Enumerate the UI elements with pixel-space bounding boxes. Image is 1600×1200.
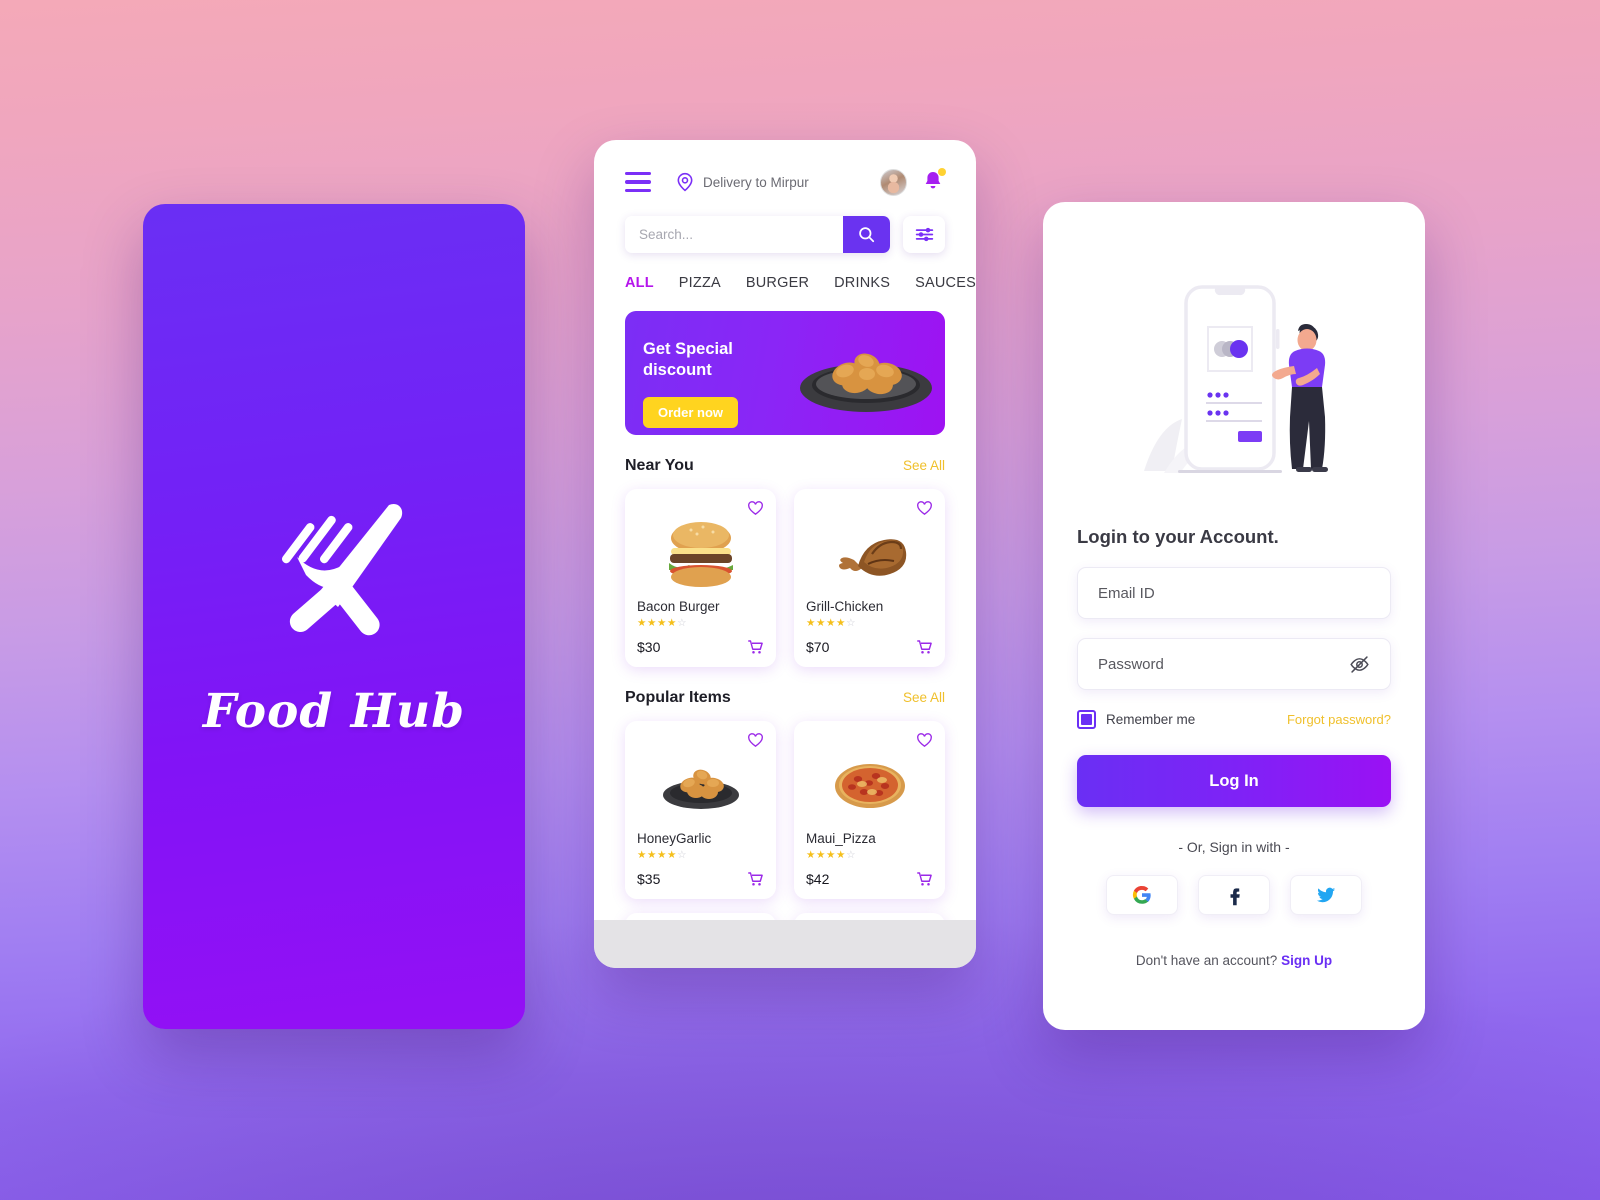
search-input[interactable] [625,216,843,253]
product-card[interactable]: HoneyGarlic ★★★★☆ $35 [625,721,776,899]
twitter-login-button[interactable] [1290,875,1362,915]
hamburger-menu-icon[interactable] [625,171,651,193]
google-g-icon [1132,885,1151,904]
banner-title-line2: discount [643,361,712,380]
product-image [637,747,764,823]
facebook-f-icon [1230,888,1240,906]
bell-badge [938,168,946,176]
product-image [806,747,933,823]
eye-off-icon[interactable] [1349,654,1370,675]
near-you-grid: Bacon Burger ★★★★☆ $30 Grill-Chicken ★★★… [625,489,945,667]
category-tab-burger[interactable]: BURGER [746,275,809,291]
product-name: HoneyGarlic [637,831,712,846]
heart-outline-icon[interactable] [916,500,933,517]
or-divider-label: - Or, Sign in with - [1178,839,1290,855]
login-button[interactable]: Log In [1077,755,1391,807]
honey-garlic-chicken-image [662,769,739,809]
filter-button[interactable] [903,216,945,253]
product-rating: ★★★★☆ [637,617,688,629]
splash-screen: Food Hub [143,204,525,1029]
fried-chicken-platter [800,353,932,412]
product-price: $30 [637,639,661,655]
google-login-button[interactable] [1106,875,1178,915]
phone-login-illustration [1144,285,1328,473]
notification-bell-icon[interactable] [921,168,946,195]
signup-row: Don't have an account? Sign Up [1077,953,1391,968]
facebook-login-button[interactable] [1198,875,1270,915]
section-header-near-you: Near You See All [625,457,945,475]
section-title: Near You [625,457,694,474]
shopping-cart-icon[interactable] [915,870,933,888]
product-name: Maui_Pizza [806,831,876,846]
heart-outline-icon[interactable] [747,732,764,749]
see-all-near-you[interactable]: See All [903,458,945,473]
product-price: $70 [806,639,830,655]
login-illustration [1077,256,1391,506]
order-now-button[interactable]: Order now [643,397,739,429]
product-name: Grill-Chicken [806,599,884,614]
product-card[interactable]: Bacon Burger ★★★★☆ $30 [625,489,776,667]
login-screen: Login to your Account. Remember me Forgo… [1043,202,1425,1030]
forgot-password-link[interactable]: Forgot password? [1287,712,1391,727]
login-title: Login to your Account. [1077,526,1279,547]
category-tab-all[interactable]: ALL [625,275,654,291]
product-image [637,515,764,591]
heart-outline-icon[interactable] [747,500,764,517]
product-image [806,515,933,591]
shopping-cart-icon[interactable] [746,870,764,888]
password-field[interactable] [1098,655,1349,673]
burger-image [668,522,733,587]
user-avatar[interactable] [880,168,907,196]
product-price: $42 [806,871,830,887]
category-tab-pizza[interactable]: PIZZA [679,275,721,291]
product-price: $35 [637,871,661,887]
password-field-wrapper[interactable] [1077,638,1391,690]
popular-items-grid: HoneyGarlic ★★★★☆ $35 Maui_Pizza ★★★★☆ $… [625,721,945,899]
product-card[interactable]: Grill-Chicken ★★★★☆ $70 [794,489,945,667]
product-rating: ★★★★☆ [806,849,857,861]
product-name: Bacon Burger [637,599,720,614]
signup-link[interactable]: Sign Up [1281,953,1332,968]
social-login-row [1077,875,1391,915]
heart-outline-icon[interactable] [916,732,933,749]
category-tab-sauces[interactable]: SAUCES [915,275,976,291]
section-title: Popular Items [625,689,731,706]
magnifier-icon [859,227,875,243]
product-card[interactable]: Maui_Pizza ★★★★☆ $42 [794,721,945,899]
brand-name: Food Hub [202,683,466,739]
promo-banner[interactable]: Get Special discount Order now [625,311,945,435]
pizza-image [834,764,905,808]
remember-row: Remember me Forgot password? [1077,710,1391,729]
shopping-cart-icon[interactable] [915,638,933,656]
signup-prompt: Don't have an account? [1135,953,1278,968]
product-rating: ★★★★☆ [806,617,857,629]
search-button[interactable] [843,216,890,253]
category-tab-drinks[interactable]: DRINKS [834,275,890,291]
sliders-filter-icon [915,227,933,242]
location-label: Delivery to Mirpur [703,174,809,190]
see-all-popular[interactable]: See All [903,690,945,705]
delivery-location[interactable]: Delivery to Mirpur [675,172,809,192]
search-row [625,216,945,253]
email-field-wrapper[interactable] [1077,567,1391,619]
banner-title-line1: Get Special [643,340,733,358]
section-header-popular: Popular Items See All [625,689,945,707]
shopping-cart-icon[interactable] [746,638,764,656]
fork-knife-cross-icon [281,503,403,635]
food-app-screen: Delivery to Mirpur Search... ALL PIZZA B… [594,140,976,968]
phone-bottom-bar [594,920,976,968]
twitter-bird-icon [1316,887,1336,903]
remember-me-label: Remember me [1106,712,1196,727]
category-tabs: ALL PIZZA BURGER DRINKS SAUCES [625,275,976,291]
remember-me-checkbox[interactable] [1077,710,1096,729]
map-pin-icon [677,172,693,192]
email-field[interactable] [1098,584,1370,602]
app-topbar: Delivery to Mirpur [625,140,946,212]
search-box[interactable] [625,216,890,253]
product-rating: ★★★★☆ [637,849,688,861]
grilled-chicken-image [838,539,906,576]
